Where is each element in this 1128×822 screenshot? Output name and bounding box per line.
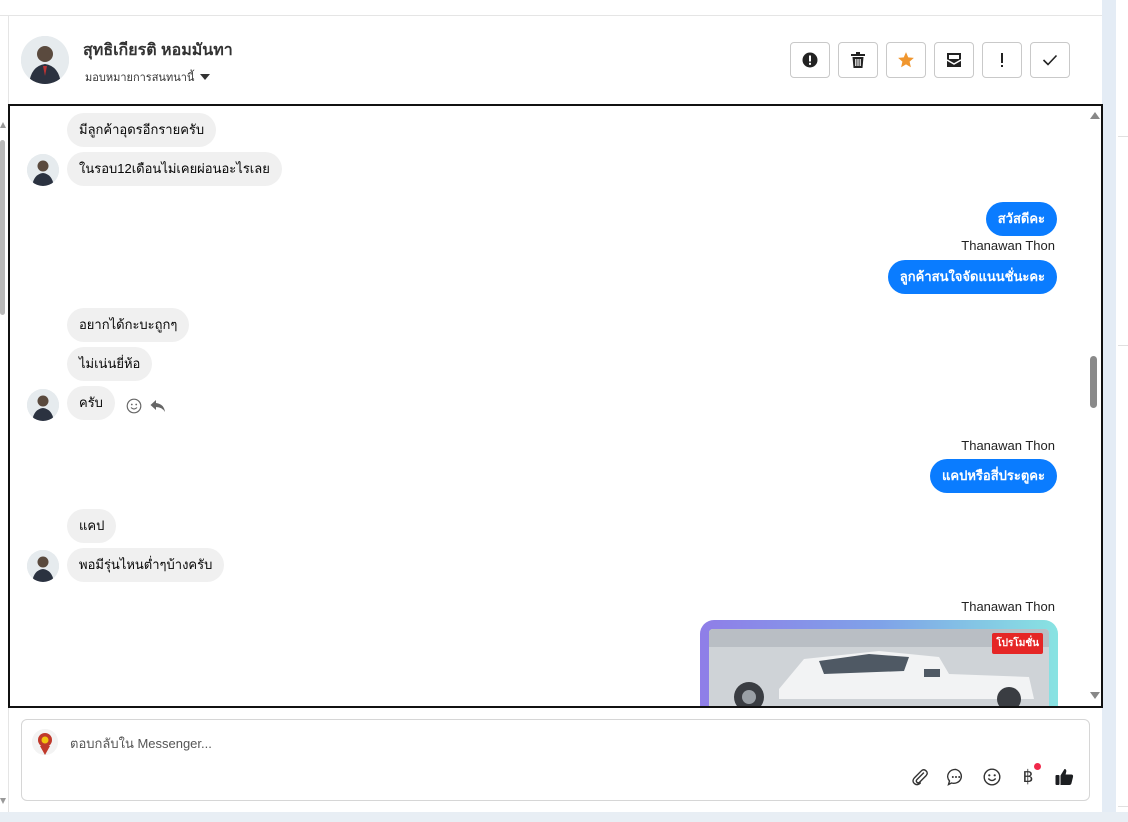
contact-avatar[interactable] [21, 36, 69, 84]
sender-name: Thanawan Thon [961, 438, 1055, 453]
promo-badge: โปรโมชั่น [992, 633, 1043, 654]
star-button[interactable] [886, 42, 926, 78]
reply-arrow-icon[interactable] [150, 399, 166, 413]
thumbs-up-icon [1055, 769, 1073, 785]
sender-name: Thanawan Thon [961, 238, 1055, 253]
chat-bubble-icon [947, 768, 962, 786]
payment-button[interactable]: ฿ [1017, 763, 1041, 788]
contact-name: สุทธิเกียรติ หอมมันทา [83, 42, 233, 59]
reply-composer: ฿ [21, 719, 1090, 801]
like-button[interactable] [1053, 766, 1075, 788]
react-smile-icon[interactable] [126, 398, 142, 414]
composer-tools: ฿ [909, 763, 1075, 788]
incoming-message[interactable]: พอมีรุ่นไหนต่ำๆบ้างครับ [67, 548, 225, 582]
outgoing-message[interactable]: แคปหรือสี่ประตูคะ [930, 459, 1057, 493]
outer-scroll-down-arrow[interactable] [0, 798, 6, 804]
exclamation-icon [1001, 53, 1003, 67]
incoming-message[interactable]: ไม่เน่นยี่ห้อ [67, 347, 153, 381]
smile-icon [983, 768, 1001, 786]
assign-label: มอบหมายการสนทนานี้ [85, 72, 195, 84]
contact-avatar-small[interactable] [27, 550, 59, 582]
incoming-message[interactable]: มีลูกค้าอุดรอีกรายครับ [67, 113, 217, 147]
incoming-message[interactable]: แคป [67, 509, 117, 543]
image-attachment[interactable]: โปรโมชั่น [700, 620, 1058, 706]
mark-done-button[interactable] [1030, 42, 1070, 78]
emoji-button[interactable] [981, 766, 1003, 788]
message-thread[interactable]: มีลูกค้าอุดรอีกรายครับ ในรอบ12เดือนไม่เค… [8, 104, 1103, 708]
notification-dot [1034, 763, 1041, 770]
contact-avatar-small[interactable] [27, 154, 59, 186]
header-actions [790, 42, 1070, 78]
contact-avatar-small[interactable] [27, 389, 59, 421]
attach-button[interactable] [909, 766, 931, 788]
page-avatar [32, 729, 58, 755]
right-panel-edge [1116, 0, 1128, 822]
trash-icon [851, 52, 865, 68]
spam-button[interactable] [790, 42, 830, 78]
bottom-strip [0, 812, 1128, 822]
paperclip-icon [912, 769, 928, 786]
baht-icon: ฿ [1022, 767, 1034, 786]
thread-scrollbar-thumb[interactable] [1090, 356, 1097, 408]
divider [1118, 806, 1128, 807]
mark-unread-button[interactable] [934, 42, 974, 78]
outer-scrollbar-thumb[interactable] [0, 140, 5, 315]
incoming-message[interactable]: ครับ [67, 386, 115, 420]
assign-conversation-dropdown[interactable]: มอบหมายการสนทนานี้ [85, 68, 211, 86]
check-icon [1042, 54, 1058, 66]
star-icon [898, 52, 914, 68]
divider [1118, 345, 1128, 346]
conversation-header: สุทธิเกียรติ หอมมันทา มอบหมายการสนทนานี้ [9, 16, 1102, 104]
incoming-message[interactable]: อยากได้กะบะถูกๆ [67, 308, 190, 342]
outgoing-message[interactable]: ลูกค้าสนใจจัดแนนชั่นะคะ [887, 260, 1057, 294]
outgoing-message[interactable]: สวัสดีคะ [985, 202, 1057, 236]
follow-up-button[interactable] [982, 42, 1022, 78]
thread-scroll-up-arrow[interactable] [1090, 112, 1100, 119]
thread-scroll-down-arrow[interactable] [1090, 692, 1100, 699]
outer-scroll-up-arrow[interactable] [0, 122, 6, 128]
alert-circle-icon [802, 52, 818, 68]
divider [1118, 136, 1128, 137]
right-panel-strip [1102, 0, 1128, 822]
delete-button[interactable] [838, 42, 878, 78]
message-actions [126, 398, 166, 414]
sender-name: Thanawan Thon [961, 599, 1055, 614]
envelope-icon [946, 53, 962, 67]
chevron-down-icon [200, 74, 211, 80]
incoming-message[interactable]: ในรอบ12เดือนไม่เคยผ่อนอะไรเลย [67, 152, 282, 186]
reply-input[interactable] [70, 732, 890, 754]
saved-replies-button[interactable] [945, 766, 967, 788]
truck-photo: โปรโมชั่น [709, 629, 1049, 706]
